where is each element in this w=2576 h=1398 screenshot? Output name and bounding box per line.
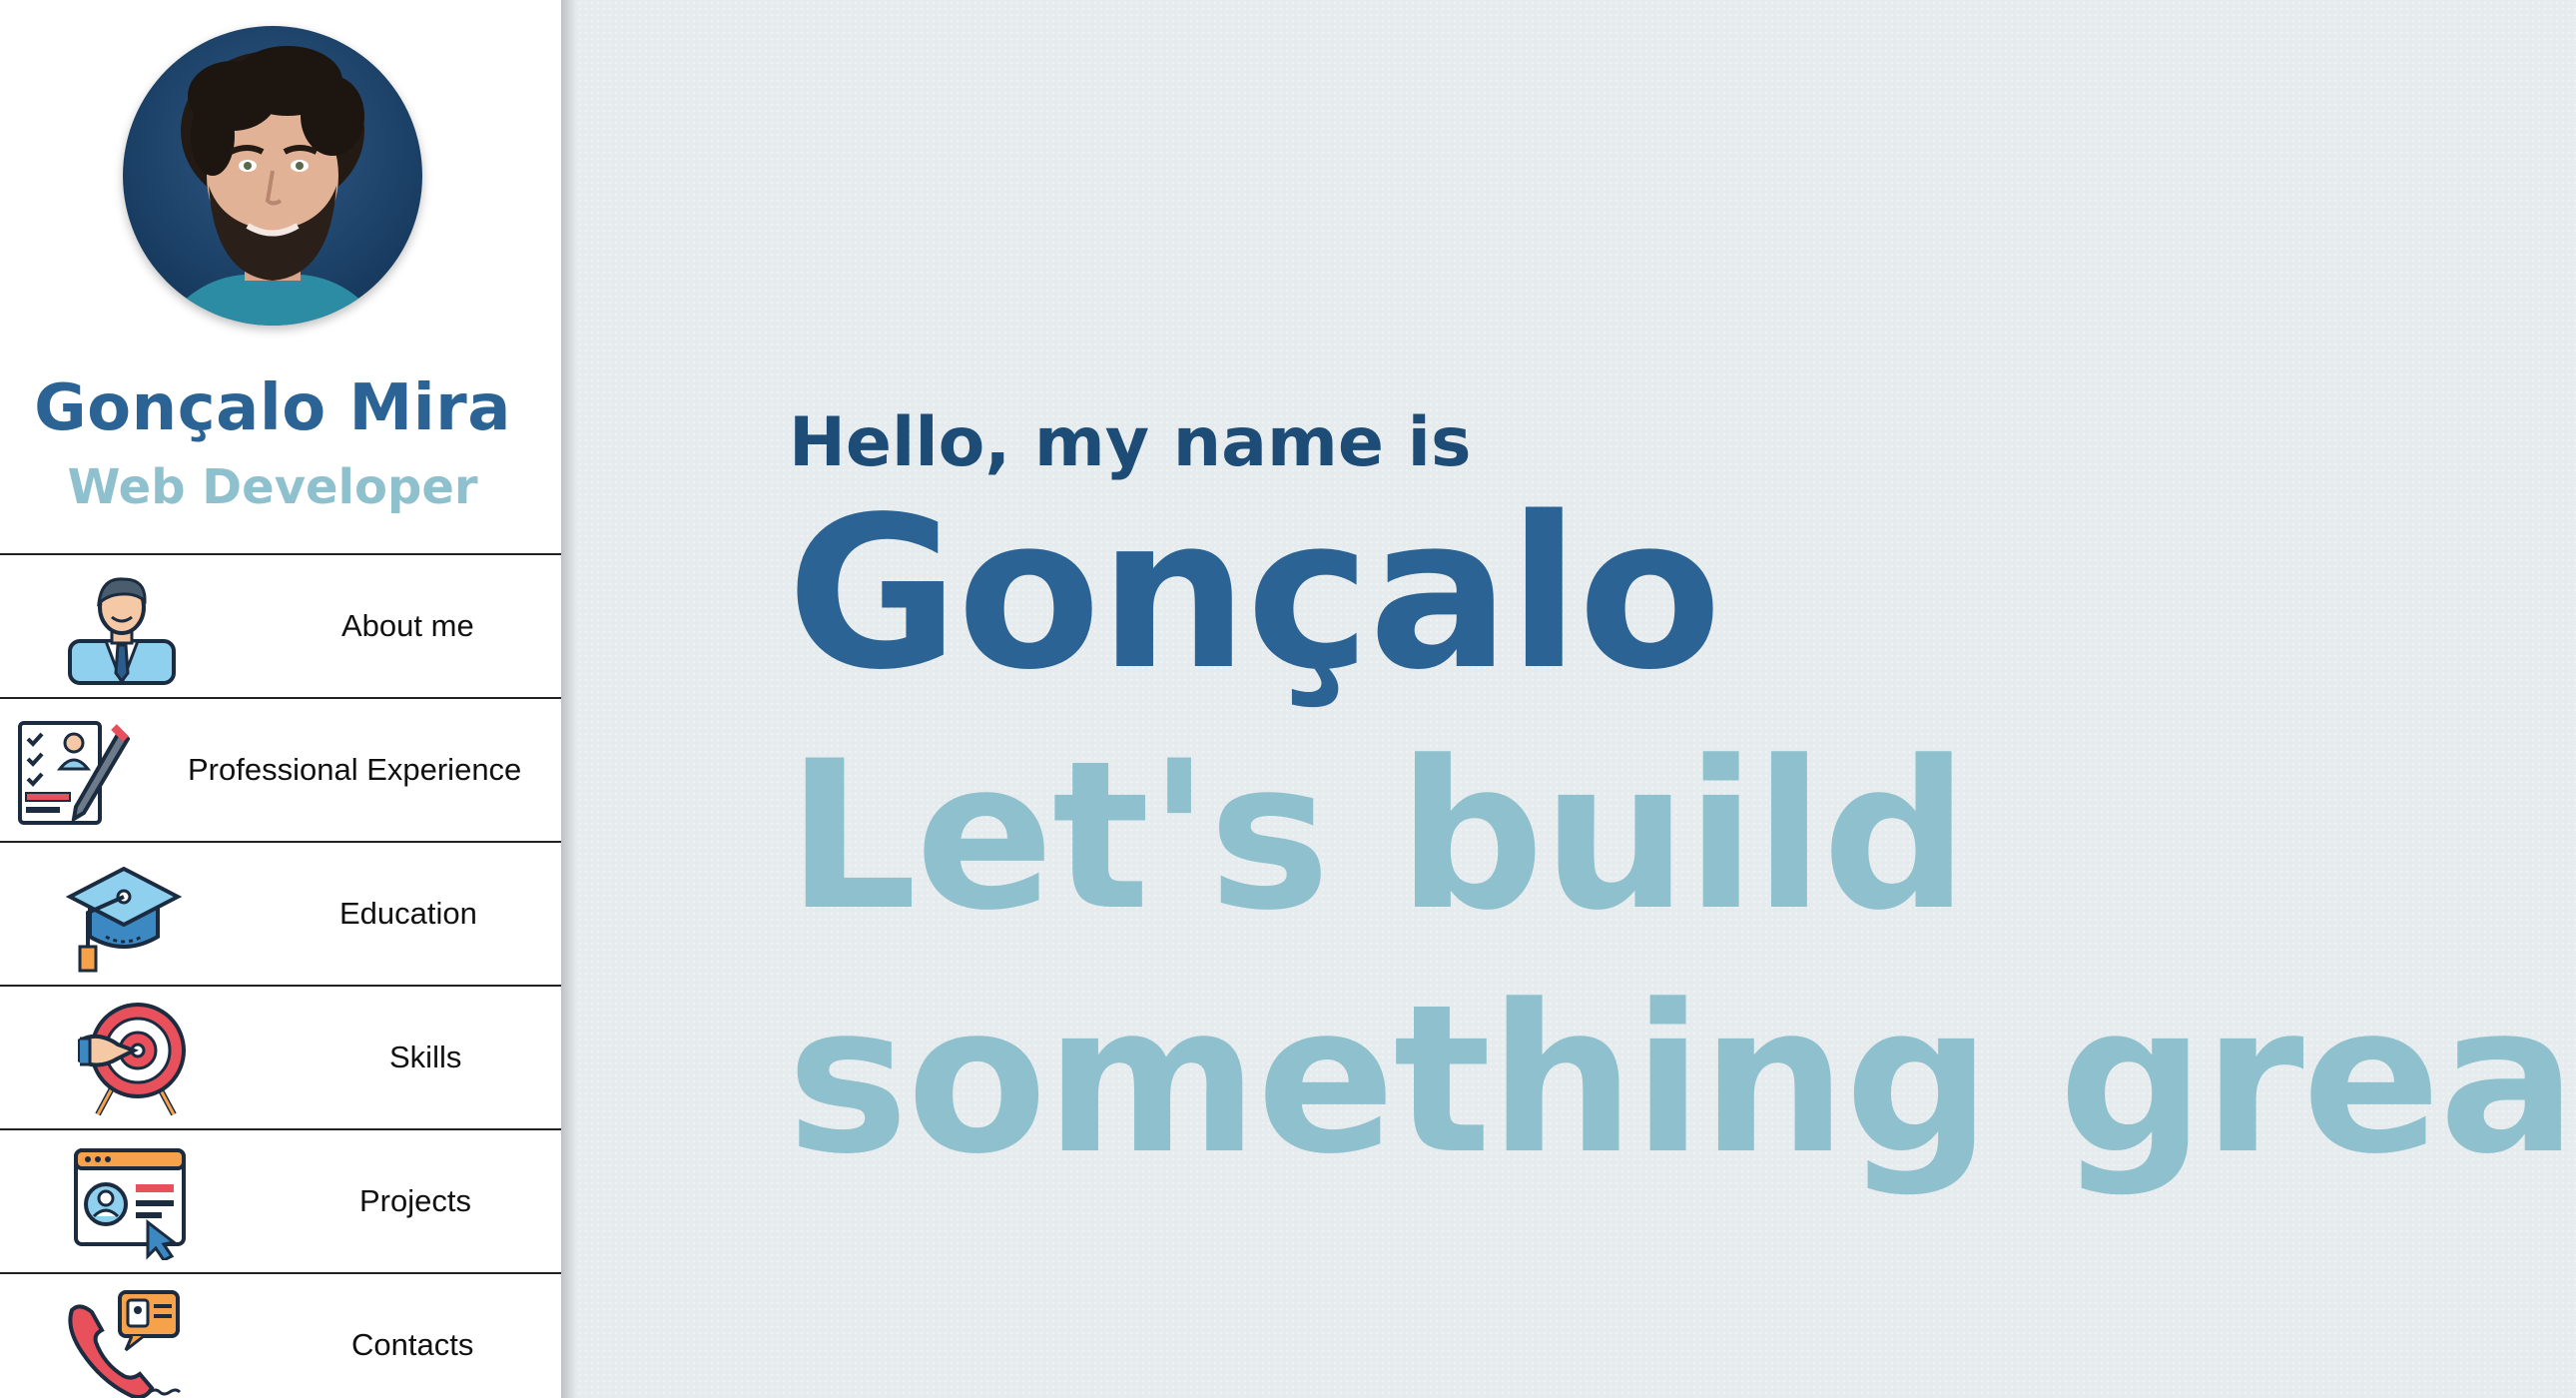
avatar-photo xyxy=(123,26,422,326)
hero-tagline: Let's build something great xyxy=(787,715,2576,1202)
phone-contact-icon xyxy=(68,1290,182,1398)
sidebar-nav: About me Professional Experience Educati… xyxy=(0,553,561,1398)
nav-label-skills: Skills xyxy=(389,1040,462,1074)
avatar xyxy=(123,26,422,326)
sidebar-shadow xyxy=(561,0,577,1398)
profile-name: Gonçalo Mira xyxy=(34,371,511,445)
target-icon xyxy=(78,1003,186,1116)
sidebar: Gonçalo Mira Web Developer About me Prof… xyxy=(0,0,561,1398)
nav-label-about-me: About me xyxy=(341,608,474,643)
hero-first-name: Gonçalo xyxy=(787,471,1722,716)
nav-item-education[interactable]: Education xyxy=(0,841,561,985)
nav-item-about-me[interactable]: About me xyxy=(0,553,561,697)
web-profile-icon xyxy=(74,1148,186,1260)
nav-item-skills[interactable]: Skills xyxy=(0,985,561,1128)
nav-item-contacts[interactable]: Contacts xyxy=(0,1272,561,1398)
nav-label-education: Education xyxy=(339,896,477,931)
profile-role: Web Developer xyxy=(67,459,478,515)
nav-item-professional-experience[interactable]: Professional Experience xyxy=(0,697,561,841)
nav-item-projects[interactable]: Projects xyxy=(0,1128,561,1272)
hero-tagline-line-1: Let's build xyxy=(787,718,1969,956)
resume-pencil-icon xyxy=(18,721,130,825)
nav-label-projects: Projects xyxy=(359,1183,471,1218)
businessman-icon xyxy=(68,577,176,685)
hero-tagline-line-2: something great xyxy=(787,962,2576,1199)
nav-label-professional-experience: Professional Experience xyxy=(188,752,522,787)
graduation-cap-icon xyxy=(66,866,182,973)
nav-label-contacts: Contacts xyxy=(351,1327,474,1362)
